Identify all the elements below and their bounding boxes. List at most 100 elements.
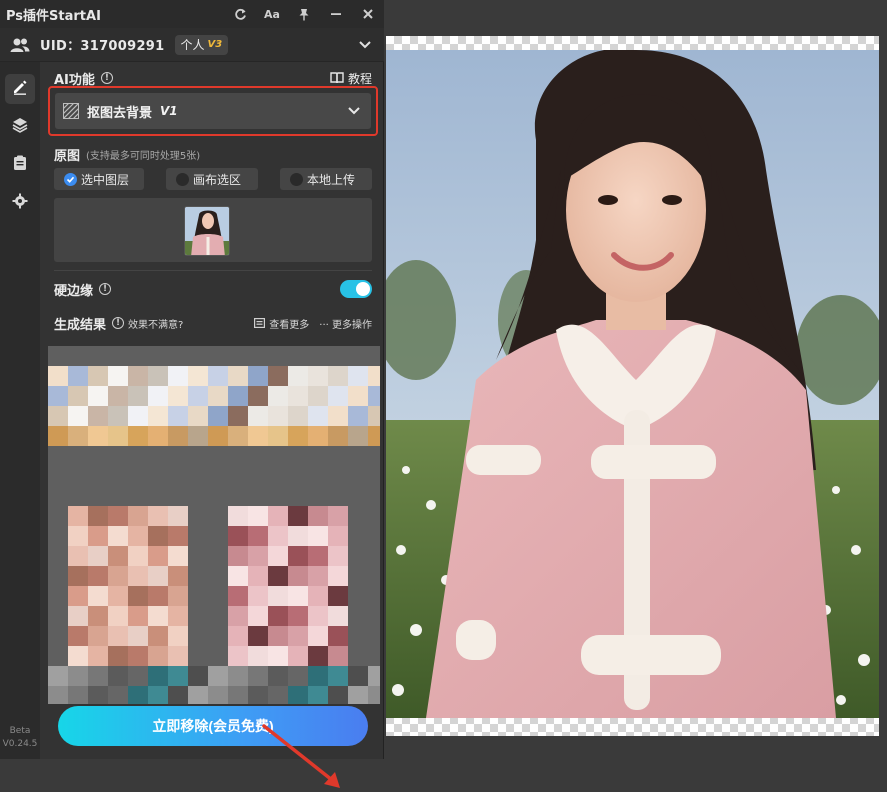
mosaic-cell [348, 646, 368, 666]
edit-icon [12, 79, 28, 99]
mosaic-cell [48, 686, 68, 704]
source-option-selected-layer[interactable]: 选中图层 [54, 168, 144, 190]
mosaic-cell [148, 666, 168, 686]
mosaic-cell [88, 486, 108, 506]
mosaic-cell [268, 446, 288, 466]
mosaic-cell [368, 486, 380, 506]
plan-level-badge: V3 [207, 39, 223, 50]
photoshop-canvas-area [384, 0, 887, 759]
ai-function-label: AI功能 [54, 72, 95, 88]
mosaic-cell [308, 346, 328, 366]
mosaic-cell [88, 346, 108, 366]
mosaic-cell [248, 386, 268, 406]
mosaic-cell [68, 686, 88, 704]
mosaic-cell [228, 406, 248, 426]
sidebar-item-edit[interactable] [5, 74, 35, 104]
mosaic-cell [248, 346, 268, 366]
mosaic-cell [148, 426, 168, 446]
minimize-icon[interactable] [320, 0, 352, 28]
mosaic-cell [288, 426, 308, 446]
mosaic-cell [248, 366, 268, 386]
mosaic-cell [68, 426, 88, 446]
mosaic-cell [88, 466, 108, 486]
mosaic-cell [228, 486, 248, 506]
tutorial-link[interactable]: 教程 [330, 70, 372, 87]
mosaic-cell [288, 346, 308, 366]
mosaic-cell [48, 346, 68, 366]
sidebar-item-history[interactable] [5, 150, 35, 180]
mosaic-cell [128, 486, 148, 506]
info-icon[interactable]: ! [99, 283, 112, 295]
refresh-icon[interactable] [224, 0, 256, 28]
startai-plugin-panel: Ps插件StartAI Aa UID：317009291 个人 V3 Beta … [0, 0, 384, 788]
more-operations-link[interactable]: ··· 更多操作 [319, 316, 372, 331]
mosaic-cell [268, 386, 288, 406]
remove-now-button[interactable]: 立即移除(会员免费) [58, 706, 368, 746]
source-option-label: 本地上传 [307, 172, 356, 187]
mosaic-cell [268, 566, 288, 586]
mosaic-cell [188, 386, 208, 406]
mosaic-cell [68, 466, 88, 486]
mosaic-cell [308, 466, 328, 486]
mosaic-cell [248, 506, 268, 526]
view-more-link[interactable]: 查看更多 [254, 316, 309, 331]
hard-edge-toggle[interactable] [340, 280, 372, 298]
mosaic-cell [148, 606, 168, 626]
source-header: 原图 (支持最多可同时处理5张) [54, 144, 200, 164]
mosaic-cell [68, 406, 88, 426]
mosaic-cell [368, 506, 380, 526]
mosaic-cell [108, 366, 128, 386]
mosaic-cell [148, 506, 168, 526]
mosaic-cell [368, 626, 380, 646]
mosaic-cell [48, 366, 68, 386]
mosaic-cell [268, 626, 288, 646]
mosaic-cell [308, 606, 328, 626]
mosaic-cell [248, 426, 268, 446]
mosaic-cell [48, 566, 68, 586]
sidebar-item-settings[interactable] [5, 188, 35, 218]
sidebar-item-layers[interactable] [5, 112, 35, 142]
mosaic-cell [128, 566, 148, 586]
close-icon[interactable] [352, 0, 384, 28]
mosaic-cell [228, 506, 248, 526]
mosaic-cell [48, 426, 68, 446]
mosaic-cell [208, 606, 228, 626]
mosaic-cell [268, 666, 288, 686]
mosaic-cell [188, 346, 208, 366]
mosaic-cell [68, 386, 88, 406]
font-size-icon[interactable]: Aa [256, 0, 288, 28]
mosaic-cell [128, 586, 148, 606]
mosaic-cell [228, 426, 248, 446]
mosaic-cell [88, 426, 108, 446]
mosaic-cell [148, 686, 168, 704]
mosaic-cell [168, 626, 188, 646]
source-option-canvas-selection[interactable]: 画布选区 [166, 168, 258, 190]
ai-function-dropdown[interactable]: 抠图去背景 V1 [55, 93, 371, 129]
source-option-label: 画布选区 [193, 172, 242, 187]
source-thumbnail[interactable] [184, 206, 230, 256]
mosaic-cell [128, 506, 148, 526]
mosaic-cell [368, 666, 380, 686]
mosaic-cell [368, 366, 380, 386]
source-option-local-upload[interactable]: 本地上传 [280, 168, 372, 190]
unsatisfied-link[interactable]: 效果不满意? [128, 316, 183, 331]
mosaic-cell [248, 686, 268, 704]
result-preview-pixelated[interactable] [48, 346, 380, 704]
info-icon[interactable]: ! [112, 317, 125, 329]
mosaic-cell [288, 666, 308, 686]
mosaic-cell [88, 546, 108, 566]
mosaic-cell [228, 606, 248, 626]
info-icon[interactable]: ! [100, 72, 113, 84]
mosaic-cell [48, 626, 68, 646]
mosaic-cell [268, 406, 288, 426]
mosaic-cell [228, 626, 248, 646]
pin-icon[interactable] [288, 0, 320, 28]
image-list-icon [254, 318, 266, 328]
mosaic-cell [68, 666, 88, 686]
mosaic-cell [168, 486, 188, 506]
mosaic-cell [68, 546, 88, 566]
mosaic-cell [368, 686, 380, 704]
chevron-down-icon[interactable] [358, 36, 372, 55]
mosaic-cell [348, 526, 368, 546]
mosaic-cell [228, 346, 248, 366]
